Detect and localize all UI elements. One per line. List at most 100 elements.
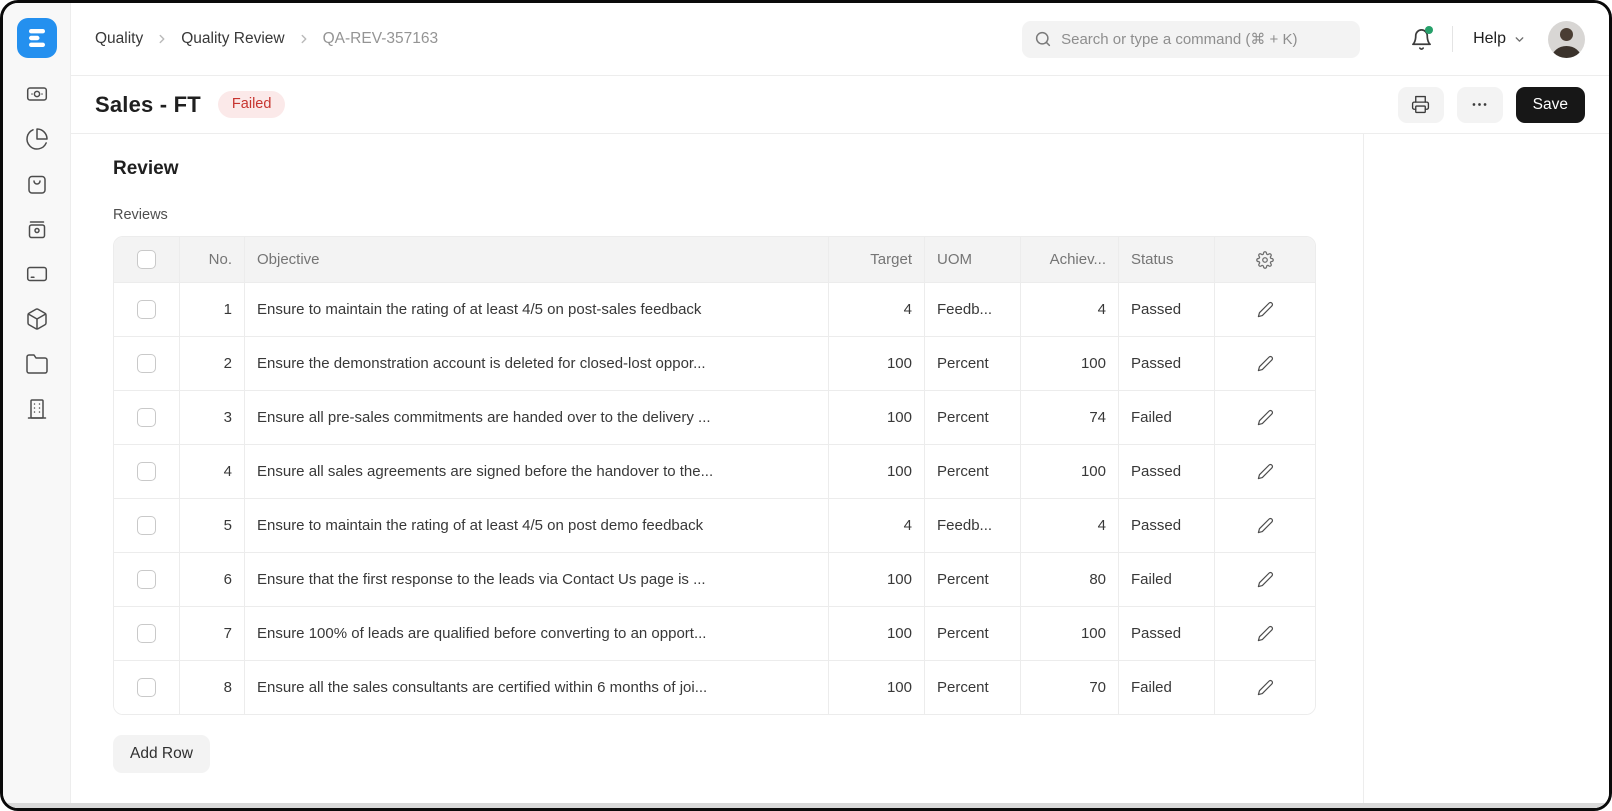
target-cell[interactable]: 100 xyxy=(828,391,924,444)
achieved-cell[interactable]: 100 xyxy=(1020,445,1118,498)
table-row: 3 Ensure all pre-sales commitments are h… xyxy=(114,390,1315,444)
pie-chart-icon xyxy=(25,127,49,156)
pencil-icon xyxy=(1257,301,1274,318)
building-icon xyxy=(25,397,49,426)
target-cell[interactable]: 4 xyxy=(828,499,924,552)
objective-cell[interactable]: Ensure that the first response to the le… xyxy=(244,553,828,606)
user-avatar[interactable] xyxy=(1548,21,1585,58)
achieved-cell[interactable]: 4 xyxy=(1020,283,1118,336)
pencil-icon xyxy=(1257,625,1274,642)
edit-row-button[interactable] xyxy=(1257,301,1274,318)
edit-row-button[interactable] xyxy=(1257,463,1274,480)
form-area: Review Reviews No. Objective Target UOM … xyxy=(71,134,1363,808)
row-select-checkbox[interactable] xyxy=(137,462,156,481)
pencil-icon xyxy=(1257,355,1274,372)
row-select-checkbox[interactable] xyxy=(137,300,156,319)
printer-icon xyxy=(1411,95,1430,114)
target-cell[interactable]: 100 xyxy=(828,445,924,498)
edit-row-button[interactable] xyxy=(1257,625,1274,642)
row-select-checkbox[interactable] xyxy=(137,624,156,643)
erpnext-logo-icon xyxy=(17,18,57,58)
table-settings-button[interactable] xyxy=(1256,251,1274,269)
achieved-cell[interactable]: 70 xyxy=(1020,661,1118,714)
objective-cell[interactable]: Ensure the demonstration account is dele… xyxy=(244,337,828,390)
target-cell[interactable]: 4 xyxy=(828,283,924,336)
gear-icon xyxy=(1256,251,1274,269)
sidebar-item-folder[interactable] xyxy=(23,354,51,378)
status-cell[interactable]: Failed xyxy=(1118,661,1214,714)
sidebar-item-package[interactable] xyxy=(23,309,51,333)
edit-row-button[interactable] xyxy=(1257,517,1274,534)
breadcrumb-quality[interactable]: Quality xyxy=(95,30,143,48)
search-input[interactable] xyxy=(1061,31,1348,48)
objective-cell[interactable]: Ensure all the sales consultants are cer… xyxy=(244,661,828,714)
objective-cell[interactable]: Ensure to maintain the rating of at leas… xyxy=(244,499,828,552)
section-title: Review xyxy=(113,158,1363,180)
status-cell[interactable]: Passed xyxy=(1118,607,1214,660)
save-button[interactable]: Save xyxy=(1516,87,1585,123)
column-header-objective: Objective xyxy=(244,237,828,282)
uom-cell[interactable]: Percent xyxy=(924,337,1020,390)
status-cell[interactable]: Passed xyxy=(1118,499,1214,552)
pencil-icon xyxy=(1257,517,1274,534)
row-number-cell: 8 xyxy=(179,661,244,714)
achieved-cell[interactable]: 4 xyxy=(1020,499,1118,552)
target-cell[interactable]: 100 xyxy=(828,607,924,660)
sidebar-item-credit-card[interactable] xyxy=(23,264,51,288)
select-all-checkbox[interactable] xyxy=(137,250,156,269)
uom-cell[interactable]: Feedb... xyxy=(924,283,1020,336)
sidebar-item-shopping-bag[interactable] xyxy=(23,174,51,198)
breadcrumb-quality-review[interactable]: Quality Review xyxy=(181,30,284,48)
sidebar-item-archive[interactable] xyxy=(23,219,51,243)
add-row-button[interactable]: Add Row xyxy=(113,735,210,773)
help-menu[interactable]: Help xyxy=(1473,30,1526,48)
target-cell[interactable]: 100 xyxy=(828,661,924,714)
achieved-cell[interactable]: 80 xyxy=(1020,553,1118,606)
status-cell[interactable]: Failed xyxy=(1118,391,1214,444)
uom-cell[interactable]: Feedb... xyxy=(924,499,1020,552)
sidebar-item-building[interactable] xyxy=(23,399,51,423)
uom-cell[interactable]: Percent xyxy=(924,391,1020,444)
status-cell[interactable]: Failed xyxy=(1118,553,1214,606)
more-actions-button[interactable] xyxy=(1457,87,1503,123)
edit-row-button[interactable] xyxy=(1257,679,1274,696)
row-select-checkbox[interactable] xyxy=(137,570,156,589)
target-cell[interactable]: 100 xyxy=(828,553,924,606)
status-cell[interactable]: Passed xyxy=(1118,445,1214,498)
page-title: Sales - FT xyxy=(95,92,201,118)
row-select-checkbox[interactable] xyxy=(137,678,156,697)
edit-row-button[interactable] xyxy=(1257,355,1274,372)
uom-cell[interactable]: Percent xyxy=(924,607,1020,660)
row-select-checkbox[interactable] xyxy=(137,354,156,373)
edit-row-button[interactable] xyxy=(1257,571,1274,588)
pencil-icon xyxy=(1257,409,1274,426)
app-logo[interactable] xyxy=(17,18,57,58)
uom-cell[interactable]: Percent xyxy=(924,445,1020,498)
column-header-uom: UOM xyxy=(924,237,1020,282)
status-cell[interactable]: Passed xyxy=(1118,283,1214,336)
global-search[interactable] xyxy=(1022,21,1360,58)
row-select-checkbox[interactable] xyxy=(137,408,156,427)
row-select-checkbox[interactable] xyxy=(137,516,156,535)
target-cell[interactable]: 100 xyxy=(828,337,924,390)
row-number-cell: 3 xyxy=(179,391,244,444)
objective-cell[interactable]: Ensure all sales agreements are signed b… xyxy=(244,445,828,498)
achieved-cell[interactable]: 100 xyxy=(1020,337,1118,390)
table-row: 8 Ensure all the sales consultants are c… xyxy=(114,660,1315,714)
sidebar-item-banknote[interactable] xyxy=(23,84,51,108)
objective-cell[interactable]: Ensure 100% of leads are qualified befor… xyxy=(244,607,828,660)
objective-cell[interactable]: Ensure to maintain the rating of at leas… xyxy=(244,283,828,336)
achieved-cell[interactable]: 100 xyxy=(1020,607,1118,660)
shopping-bag-icon xyxy=(25,172,49,201)
edit-row-button[interactable] xyxy=(1257,409,1274,426)
objective-cell[interactable]: Ensure all pre-sales commitments are han… xyxy=(244,391,828,444)
navbar-divider xyxy=(1452,26,1453,52)
uom-cell[interactable]: Percent xyxy=(924,553,1020,606)
column-header-achieved: Achiev... xyxy=(1020,237,1118,282)
achieved-cell[interactable]: 74 xyxy=(1020,391,1118,444)
status-cell[interactable]: Passed xyxy=(1118,337,1214,390)
sidebar-item-pie-chart[interactable] xyxy=(23,129,51,153)
print-button[interactable] xyxy=(1398,87,1444,123)
uom-cell[interactable]: Percent xyxy=(924,661,1020,714)
notifications-button[interactable] xyxy=(1408,26,1434,52)
